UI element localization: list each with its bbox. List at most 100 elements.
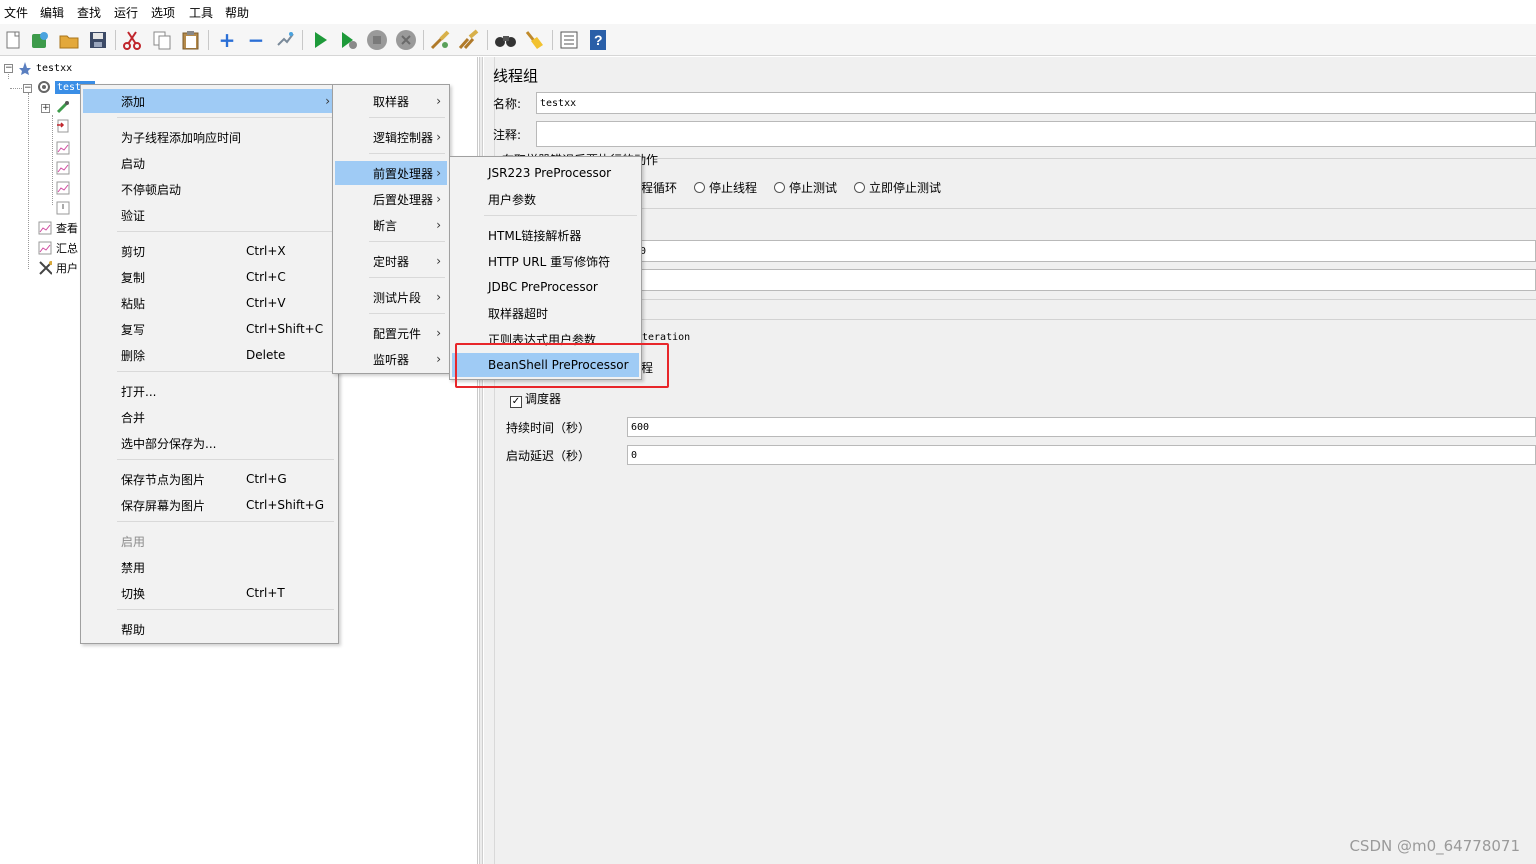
- templates-icon[interactable]: [29, 29, 51, 51]
- start-icon[interactable]: [309, 29, 331, 51]
- scheduler-checkbox[interactable]: ✓ 调度器: [510, 390, 561, 408]
- menu-item-timer[interactable]: 定时器 ›: [335, 249, 447, 273]
- menu-item-add[interactable]: 添加 ›: [83, 89, 336, 113]
- menu-item-label: 不停顿启动: [121, 182, 182, 197]
- ramp-up-field[interactable]: [637, 269, 1536, 291]
- menu-item-paste[interactable]: 粘贴 Ctrl+V: [83, 291, 336, 315]
- menu-separator: [117, 371, 334, 372]
- tree-connector: [28, 93, 29, 269]
- help-icon[interactable]: ?: [587, 29, 609, 51]
- menu-item-help[interactable]: 帮助: [83, 617, 336, 641]
- new-icon[interactable]: [2, 29, 24, 51]
- menu-item-shortcut: Ctrl+Shift+G: [246, 498, 325, 512]
- comment-field[interactable]: [536, 121, 1536, 147]
- tree-node-child[interactable]: [56, 161, 70, 175]
- tree-node-child[interactable]: [56, 141, 70, 155]
- menu-item-post-processors[interactable]: 后置处理器 ›: [335, 187, 447, 211]
- menu-item-user-parameters[interactable]: 用户参数: [452, 187, 639, 211]
- collapse-icon[interactable]: −: [245, 29, 267, 51]
- menu-item-toggle[interactable]: 切换 Ctrl+T: [83, 581, 336, 605]
- tree-node-child[interactable]: [56, 181, 70, 195]
- clear-icon[interactable]: [429, 29, 451, 51]
- tree-expand-toggle[interactable]: +: [41, 104, 50, 113]
- tree-collapse-toggle[interactable]: −: [23, 84, 32, 93]
- toolbar: + − ?: [0, 24, 1536, 56]
- menu-item-html-link-parser[interactable]: HTML链接解析器: [452, 223, 639, 247]
- menu-item-start[interactable]: 启动: [83, 151, 336, 175]
- radio-stop-test-now[interactable]: 立即停止测试: [854, 179, 941, 196]
- menu-file[interactable]: 文件: [4, 4, 28, 21]
- reset-search-icon[interactable]: [523, 29, 545, 51]
- radio-stop-thread[interactable]: 停止线程: [694, 179, 757, 196]
- menu-item-jsr223-preprocessor[interactable]: JSR223 PreProcessor: [452, 161, 639, 185]
- menu-item-test-fragment[interactable]: 测试片段 ›: [335, 285, 447, 309]
- stop-icon[interactable]: [366, 29, 388, 51]
- save-icon[interactable]: [87, 29, 109, 51]
- shutdown-icon[interactable]: [395, 29, 417, 51]
- tree-node-view-results[interactable]: 查看: [38, 220, 78, 236]
- name-field[interactable]: testxx: [536, 92, 1536, 114]
- function-helper-icon[interactable]: [558, 29, 580, 51]
- menu-item-copy[interactable]: 复制 Ctrl+C: [83, 265, 336, 289]
- tree-node-child[interactable]: [56, 201, 70, 215]
- menu-item-http-url-rewriting-modifier[interactable]: HTTP URL 重写修饰符: [452, 249, 639, 273]
- menu-item-open[interactable]: 打开...: [83, 379, 336, 403]
- menu-item-jdbc-preprocessor[interactable]: JDBC PreProcessor: [452, 275, 639, 299]
- menu-item-save-screen-as-image[interactable]: 保存屏幕为图片 Ctrl+Shift+G: [83, 493, 336, 517]
- menu-item-label: 监听器: [373, 352, 410, 367]
- radio-button[interactable]: [774, 182, 785, 193]
- duration-field[interactable]: 600: [627, 417, 1536, 437]
- menu-item-start-no-pause[interactable]: 不停顿启动: [83, 177, 336, 201]
- toggle-icon[interactable]: [274, 29, 296, 51]
- menu-options[interactable]: 选项: [151, 4, 175, 21]
- menu-item-delete[interactable]: 删除 Delete: [83, 343, 336, 367]
- menu-item-add-think-times[interactable]: 为子线程添加响应时间: [83, 125, 336, 149]
- expand-icon[interactable]: +: [216, 29, 238, 51]
- menu-item-validate[interactable]: 验证: [83, 203, 336, 227]
- radio-button[interactable]: [854, 182, 865, 193]
- menu-item-merge[interactable]: 合并: [83, 405, 336, 429]
- radio-stop-test[interactable]: 停止测试: [774, 179, 837, 196]
- menu-item-disable[interactable]: 禁用: [83, 555, 336, 579]
- open-icon[interactable]: [58, 29, 80, 51]
- tree-node-test-plan[interactable]: testxx: [18, 61, 72, 75]
- checkbox[interactable]: ✓: [510, 396, 522, 408]
- chevron-right-icon: ›: [436, 326, 441, 340]
- radio-continue-partial[interactable]: 程循环: [641, 179, 677, 196]
- start-no-pause-icon[interactable]: [337, 29, 359, 51]
- startup-delay-field[interactable]: 0: [627, 445, 1536, 465]
- menu-item-label: 打开...: [121, 384, 157, 399]
- paste-icon[interactable]: [180, 29, 202, 51]
- menu-item-cut[interactable]: 剪切 Ctrl+X: [83, 239, 336, 263]
- menu-item-listener[interactable]: 监听器 ›: [335, 347, 447, 371]
- menu-item-duplicate[interactable]: 复写 Ctrl+Shift+C: [83, 317, 336, 341]
- radio-button[interactable]: [694, 182, 705, 193]
- menu-item-save-node-as-image[interactable]: 保存节点为图片 Ctrl+G: [83, 467, 336, 491]
- menu-help[interactable]: 帮助: [225, 4, 249, 21]
- menu-item-pre-processors[interactable]: 前置处理器 ›: [335, 161, 447, 185]
- tree-node-user-params[interactable]: 用户: [38, 260, 78, 276]
- menu-item-config-element[interactable]: 配置元件 ›: [335, 321, 447, 345]
- tree-collapse-toggle[interactable]: −: [4, 64, 13, 73]
- menu-item-assertions[interactable]: 断言 ›: [335, 213, 447, 237]
- menu-search[interactable]: 查找: [77, 4, 101, 21]
- tree-node-child[interactable]: [56, 100, 70, 114]
- menu-item-label: 添加: [121, 94, 146, 109]
- copy-icon[interactable]: [151, 29, 173, 51]
- menu-item-sampler[interactable]: 取样器 ›: [335, 89, 447, 113]
- menu-edit[interactable]: 编辑: [40, 4, 64, 21]
- search-icon[interactable]: [494, 29, 516, 51]
- menu-item-sample-timeout[interactable]: 取样器超时: [452, 301, 639, 325]
- tree-node-child[interactable]: [56, 119, 70, 133]
- cut-icon[interactable]: [121, 29, 143, 51]
- menu-tools[interactable]: 工具: [189, 4, 213, 21]
- menu-item-save-selection-as[interactable]: 选中部分保存为...: [83, 431, 336, 455]
- listener-icon: [56, 181, 70, 195]
- menu-run[interactable]: 运行: [114, 4, 138, 21]
- preprocessor-icon: [56, 119, 70, 133]
- tree-node-summary[interactable]: 汇总: [38, 240, 78, 256]
- clear-all-icon[interactable]: [458, 29, 480, 51]
- menu-item-logic-controller[interactable]: 逻辑控制器 ›: [335, 125, 447, 149]
- threads-field[interactable]: 0: [637, 240, 1536, 262]
- toolbar-separator: [115, 30, 116, 50]
